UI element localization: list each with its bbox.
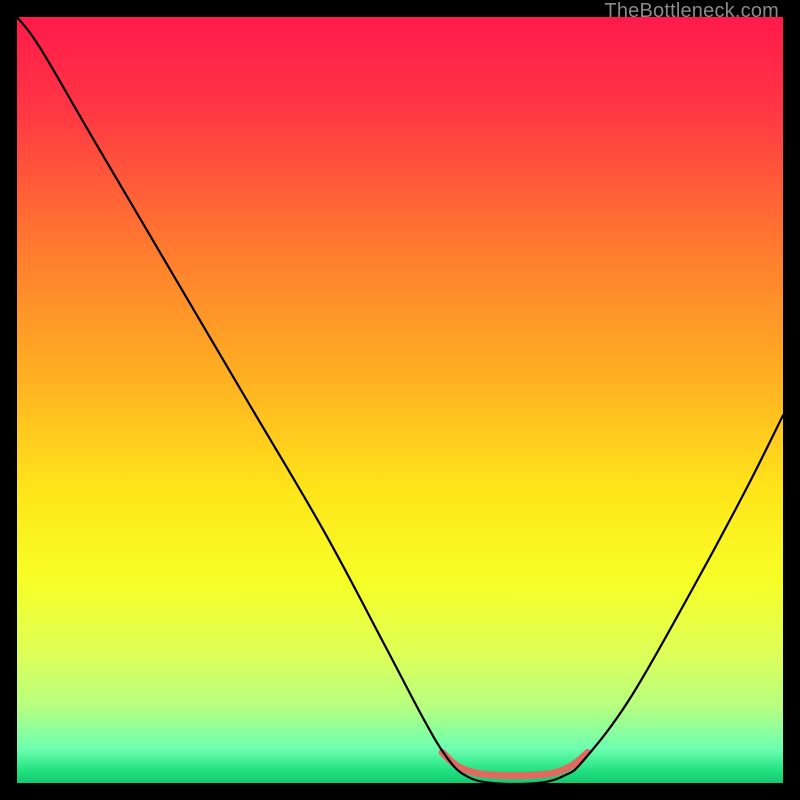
chart-frame (17, 17, 783, 783)
gradient-background (17, 17, 783, 783)
watermark-text: TheBottleneck.com (604, 0, 779, 23)
bottleneck-chart (17, 17, 783, 783)
